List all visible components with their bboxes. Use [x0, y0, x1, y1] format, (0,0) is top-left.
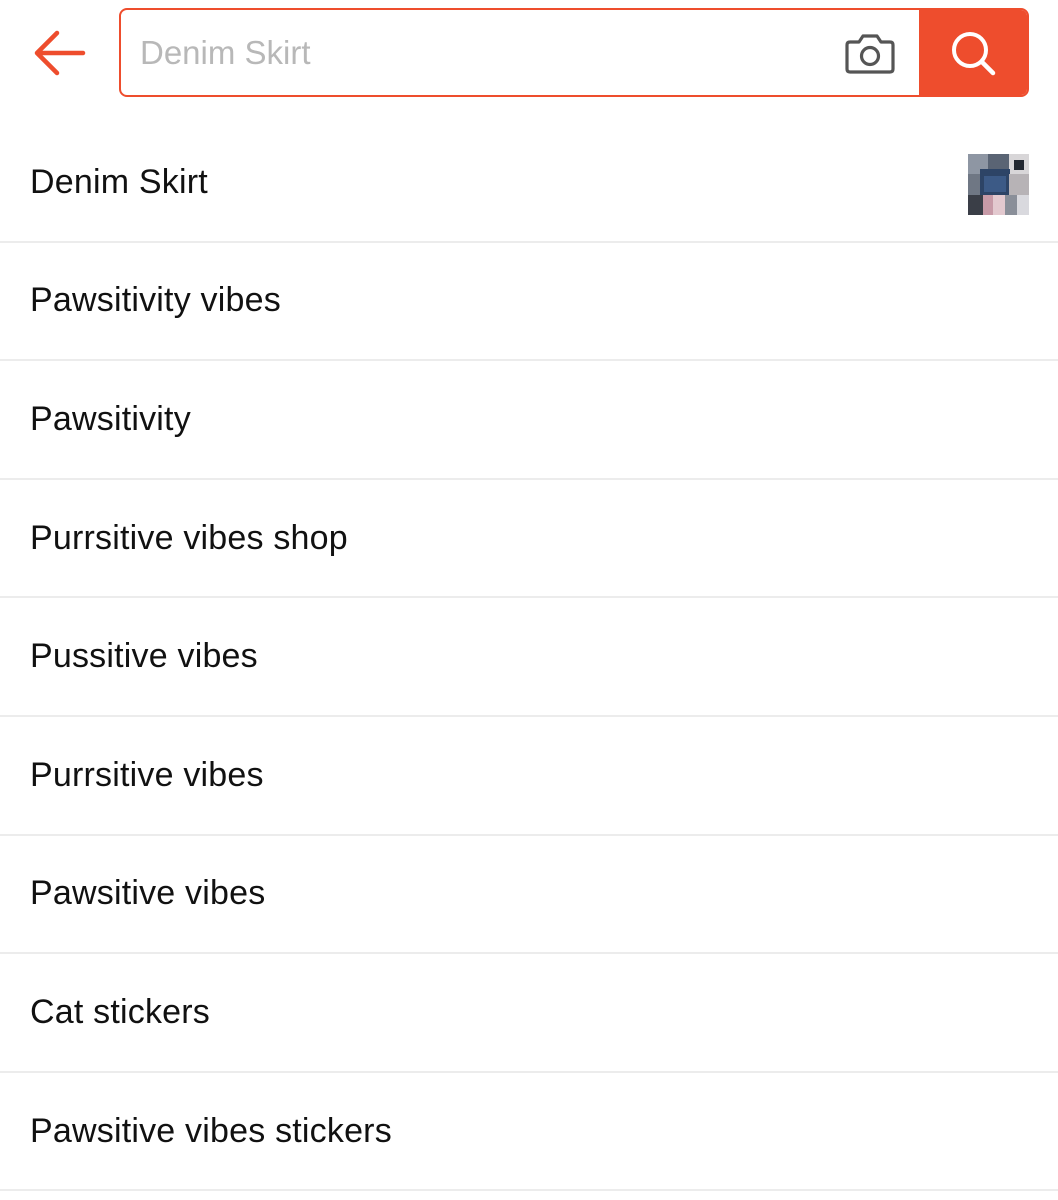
arrow-left-icon	[34, 30, 86, 76]
suggestion-item[interactable]: Pawsitive vibes stickers	[0, 1073, 1058, 1192]
suggestion-label: Denim Skirt	[30, 162, 208, 201]
suggestion-item[interactable]: Cat stickers	[0, 954, 1058, 1073]
suggestion-item[interactable]: Pawsitivity	[0, 361, 1058, 480]
search-button[interactable]	[919, 10, 1027, 95]
suggestion-label: Cat stickers	[30, 992, 210, 1031]
camera-icon	[845, 33, 895, 74]
suggestion-item[interactable]: Purrsitive vibes	[0, 717, 1058, 836]
suggestion-item[interactable]: Pawsitive vibes	[0, 836, 1058, 955]
back-button[interactable]	[26, 22, 92, 84]
product-thumbnail	[968, 154, 1029, 215]
suggestion-label: Pawsitivity	[30, 399, 191, 438]
suggestion-label: Pussitive vibes	[30, 637, 258, 676]
suggestion-item[interactable]: Pussitive vibes	[0, 598, 1058, 717]
suggestion-label: Pawsitive vibes stickers	[30, 1111, 392, 1150]
suggestion-label: Purrsitive vibes shop	[30, 518, 348, 557]
suggestion-item[interactable]: Purrsitive vibes shop	[0, 480, 1058, 599]
suggestion-label: Purrsitive vibes	[30, 755, 264, 794]
search-bar	[119, 8, 1029, 97]
search-header	[0, 0, 1058, 122]
suggestion-label: Pawsitivity vibes	[30, 281, 281, 320]
suggestion-item[interactable]: Pawsitivity vibes	[0, 243, 1058, 362]
image-search-button[interactable]	[821, 10, 919, 95]
suggestion-label: Pawsitive vibes	[30, 874, 266, 913]
magnifier-icon	[952, 31, 996, 75]
search-input[interactable]	[121, 10, 821, 95]
suggestion-list: Denim Skirt Pawsitivity vibes Pawsitivit…	[0, 124, 1058, 1192]
suggestion-item[interactable]: Denim Skirt	[0, 124, 1058, 243]
